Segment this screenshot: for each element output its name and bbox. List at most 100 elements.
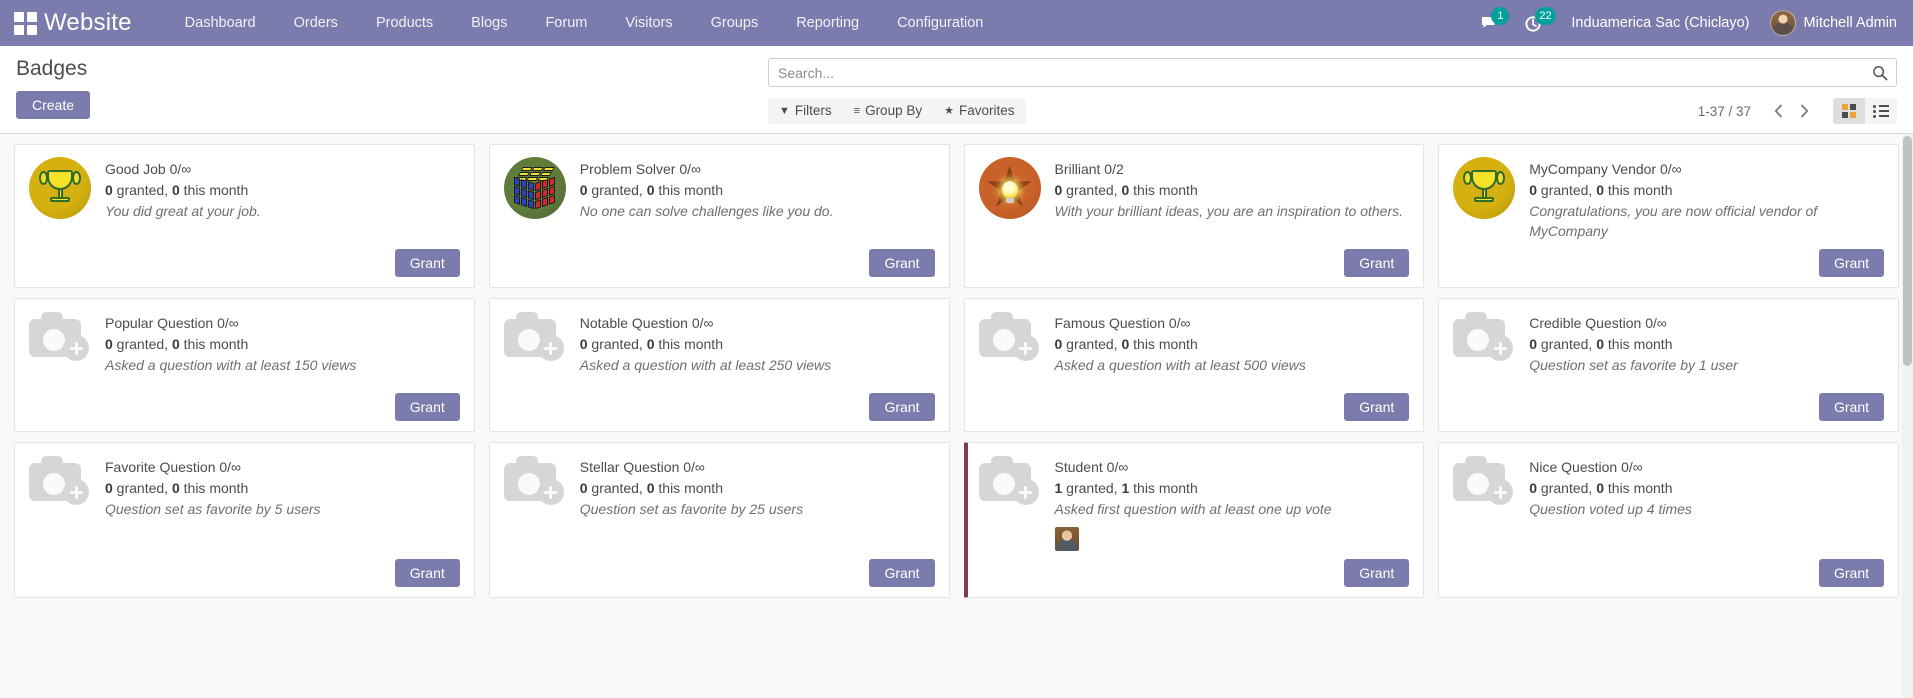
granted-label: granted, [1062,182,1122,198]
kanban-card[interactable]: Problem Solver 0/∞ 0 granted, 0 this mont… [488,144,950,288]
month-label: this month [1129,480,1198,496]
badge-image [978,455,1041,517]
kanban-card-footer: Grant [1453,241,1884,277]
grant-button[interactable]: Grant [394,393,460,421]
kanban-card[interactable]: Good Job 0/∞ 0 granted, 0 this month You d… [14,144,475,288]
favorites-dropdown[interactable]: ★ Favorites [933,98,1025,124]
user-name-label: Mitchell Admin [1803,15,1897,31]
month-count: 0 [171,182,180,198]
kanban-card[interactable]: Nice Question 0/∞ 0 granted, 0 this month… [1438,442,1899,598]
messages-menu[interactable]: 1 [1467,0,1511,46]
badge-description: You did great at your job. [105,203,261,219]
menu-item-forum[interactable]: Forum [526,0,606,46]
pager-previous-button[interactable] [1765,98,1791,124]
kanban-card[interactable]: Student 0/∞ 1 granted, 1 this month Asked … [963,442,1425,598]
grant-button[interactable]: Grant [869,393,935,421]
group-by-dropdown[interactable]: ≡ Group By [843,98,933,124]
badge-image [978,311,1041,373]
kanban-card-top: Credible Question 0/∞ 0 granted, 0 this m… [1453,311,1884,375]
apps-grid-icon[interactable] [12,10,38,36]
kanban-card[interactable]: Notable Question 0/∞ 0 granted, 0 this mo… [488,298,950,432]
badge-description: Asked a question with at least 150 views [105,357,357,373]
kanban-card-footer: Grant [29,385,460,421]
badge-image [503,157,566,219]
image-placeholder-icon [978,455,1041,505]
menu-item-blogs[interactable]: Blogs [452,0,526,46]
search-icon[interactable] [1872,65,1888,81]
kanban-card[interactable]: Favorite Question 0/∞ 0 granted, 0 this m… [14,442,475,598]
vertical-scrollbar[interactable] [1902,134,1913,698]
image-placeholder-icon [29,311,91,361]
image-placeholder-icon [503,311,566,361]
badge-name: Nice Question 0/∞ [1529,459,1643,475]
month-label: this month [1129,182,1198,198]
search-input[interactable] [778,59,1872,86]
grant-button[interactable]: Grant [1344,559,1410,587]
app-brand-website[interactable]: Website [44,9,132,37]
badge-description: Question set as favorite by 25 users [579,501,804,517]
kanban-card[interactable]: Stellar Question 0/∞ 0 granted, 0 this mo… [488,442,950,598]
grant-button[interactable]: Grant [869,559,935,587]
menu-item-dashboard[interactable]: Dashboard [166,0,275,46]
granted-label: granted, [1537,336,1597,352]
granted-label: granted, [112,336,172,352]
create-button[interactable]: Create [16,91,91,119]
kanban-card[interactable]: MyCompany Vendor 0/∞ 0 granted, 0 this mo… [1438,144,1899,288]
granted-count: 0 [1529,480,1538,496]
kanban-card[interactable]: Brilliant 0/2 0 granted, 0 this month With… [963,144,1425,288]
list-view-icon[interactable] [1865,98,1897,124]
grant-button[interactable]: Grant [394,249,460,277]
image-placeholder-icon [503,455,566,505]
grant-button[interactable]: Grant [394,559,460,587]
granted-label: granted, [587,336,647,352]
menu-item-visitors[interactable]: Visitors [606,0,691,46]
badge-image [1453,455,1515,517]
month-count: 0 [646,480,655,496]
badge-name: Stellar Question 0/∞ [579,459,705,475]
grant-button[interactable]: Grant [1344,393,1410,421]
search-view[interactable] [768,58,1897,87]
grant-button[interactable]: Grant [1818,393,1884,421]
filters-dropdown[interactable]: ▼ Filters [768,98,843,124]
user-menu[interactable]: Mitchell Admin [1766,10,1899,36]
badge-name: Notable Question 0/∞ [579,315,714,331]
kanban-card-footer: Grant [979,241,1410,277]
granted-label: granted, [1537,182,1597,198]
company-switcher[interactable]: Induamerica Sac (Chiclayo) [1555,15,1765,31]
pager-next-button[interactable] [1791,98,1817,124]
kanban-card-footer: Grant [504,241,935,277]
grant-button[interactable]: Grant [869,249,935,277]
granted-count: 0 [105,480,113,496]
kanban-view: Good Job 0/∞ 0 granted, 0 this month You d… [0,134,1913,698]
menu-item-configuration[interactable]: Configuration [878,0,1002,46]
scrollbar-thumb[interactable] [1903,136,1912,366]
kanban-card[interactable]: Famous Question 0/∞ 0 granted, 0 this mon… [963,298,1425,432]
owner-avatar[interactable] [1054,527,1079,551]
activities-menu[interactable]: 22 [1511,0,1556,46]
badge-image [29,311,91,373]
badge-description: Asked a question with at least 250 views [579,357,832,373]
user-avatar [1769,10,1796,36]
badge-name: Favorite Question 0/∞ [105,459,242,475]
kanban-view-icon[interactable] [1833,98,1865,124]
badge-stats: 0 granted, 0 this month [105,478,460,498]
kanban-card[interactable]: Credible Question 0/∞ 0 granted, 0 this m… [1438,298,1899,432]
grant-button[interactable]: Grant [1818,559,1884,587]
menu-item-products[interactable]: Products [357,0,452,46]
kanban-card-info: Good Job 0/∞ 0 granted, 0 this month You d… [105,157,460,221]
main-menu: Dashboard Orders Products Blogs Forum Vi… [166,0,1003,46]
badge-name: Good Job 0/∞ [105,161,192,177]
grant-button[interactable]: Grant [1818,249,1884,277]
month-count: 0 [646,182,655,198]
badge-stats: 0 granted, 0 this month [1529,334,1884,354]
trophy-gold-icon [1453,157,1516,219]
navbar-right: 1 22 Induamerica Sac (Chiclayo) Mitchell… [1467,0,1899,46]
menu-item-reporting[interactable]: Reporting [777,0,878,46]
grant-button[interactable]: Grant [1344,249,1410,277]
kanban-card[interactable]: Popular Question 0/∞ 0 granted, 0 this mo… [14,298,475,432]
menu-item-groups[interactable]: Groups [692,0,778,46]
favorites-label: Favorites [958,103,1015,118]
menu-item-orders[interactable]: Orders [275,0,357,46]
kanban-card-top: Popular Question 0/∞ 0 granted, 0 this mo… [29,311,460,375]
badge-stats: 1 granted, 1 this month [1055,478,1410,498]
